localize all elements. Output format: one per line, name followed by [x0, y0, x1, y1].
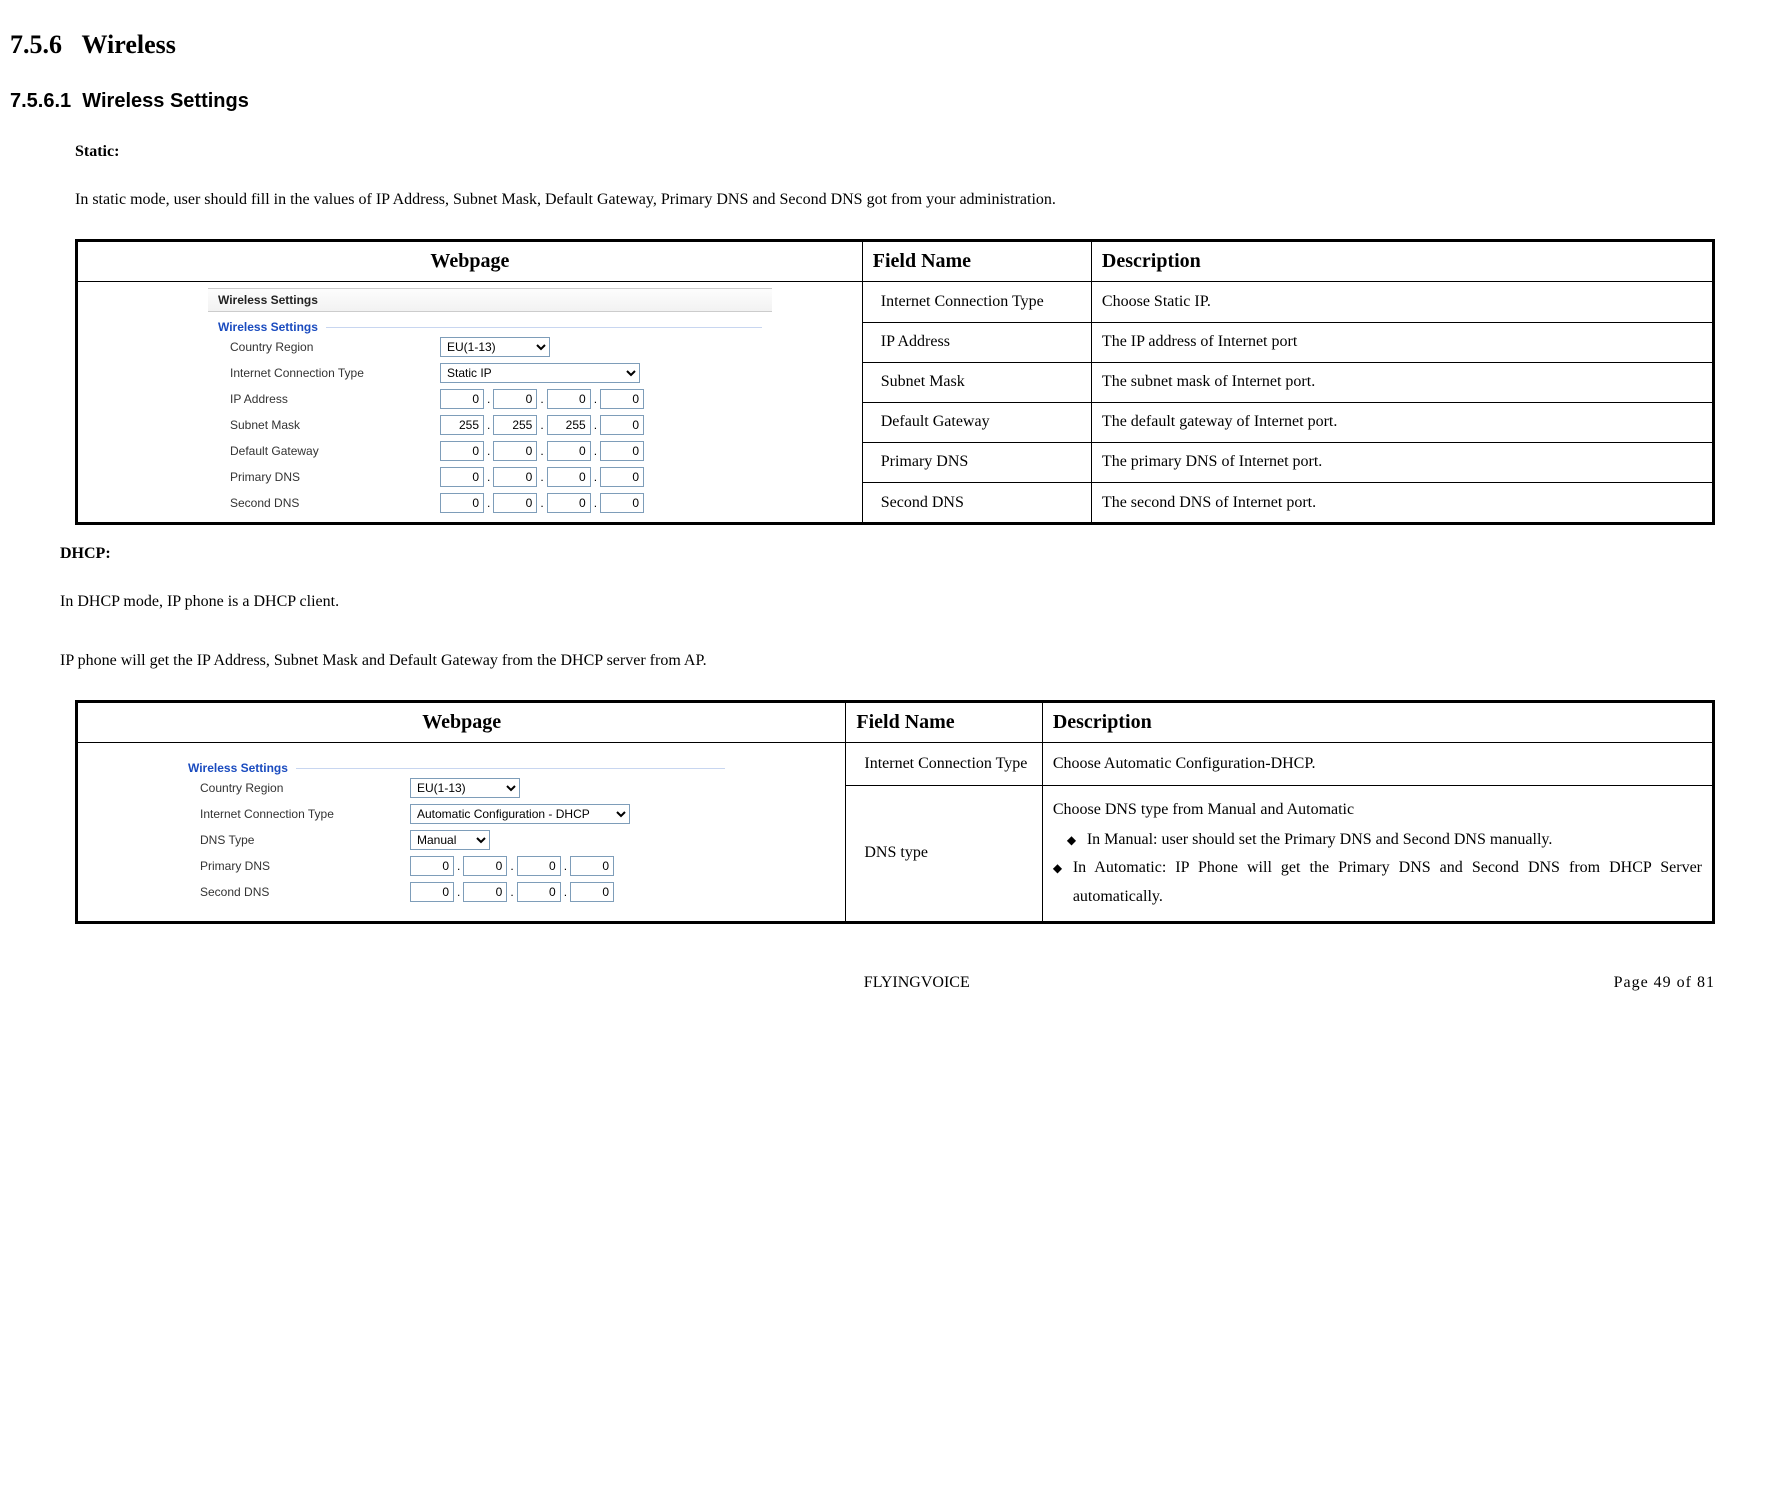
dns-desc-b2: In Automatic: IP Phone will get the Prim…: [1053, 854, 1702, 912]
static-row-3-field: Default Gateway: [862, 402, 1091, 442]
panel-title: Wireless Settings: [208, 288, 772, 312]
wireless-settings-screenshot-dhcp: Wireless Settings Country Region EU(1-13…: [178, 753, 735, 911]
static-row-2-desc: The subnet mask of Internet port.: [1091, 362, 1713, 402]
static-row-2-field: Subnet Mask: [862, 362, 1091, 402]
dhcp-group-title-line: [296, 768, 725, 769]
label-second-dns: Second DNS: [230, 496, 440, 510]
label-ict: Internet Connection Type: [230, 366, 440, 380]
static-row-5-desc: The second DNS of Internet port.: [1091, 483, 1713, 524]
col-webpage: Webpage: [77, 241, 863, 282]
static-row-1-desc: The IP address of Internet port: [1091, 322, 1713, 362]
dhcp-webpage-cell: Wireless Settings Country Region EU(1-13…: [77, 743, 846, 923]
heading-2-text: Wireless Settings: [82, 90, 249, 112]
dhcp-group-title: Wireless Settings: [178, 759, 735, 775]
dhcp-sdns-o4[interactable]: [570, 882, 614, 902]
static-title: Static:: [75, 143, 1715, 161]
static-row-0-field: Internet Connection Type: [862, 282, 1091, 322]
dhcp-label-primary-dns: Primary DNS: [200, 859, 410, 873]
static-row-4-field: Primary DNS: [862, 443, 1091, 483]
sdns-o1[interactable]: [440, 493, 484, 513]
subnet-o1[interactable]: [440, 415, 484, 435]
group-title-text: Wireless Settings: [218, 320, 318, 334]
select-ict-static[interactable]: Static IP: [440, 363, 640, 383]
dhcp-pdns-o2[interactable]: [463, 856, 507, 876]
subnet-o3[interactable]: [547, 415, 591, 435]
dhcp-desc-2: IP phone will get the IP Address, Subnet…: [60, 642, 1755, 680]
ip-address-o3[interactable]: [547, 389, 591, 409]
dhcp-desc-1: In DHCP mode, IP phone is a DHCP client.: [60, 583, 1755, 621]
sdns-o2[interactable]: [493, 493, 537, 513]
dhcp-pdns-o4[interactable]: [570, 856, 614, 876]
static-row-5-field: Second DNS: [862, 483, 1091, 524]
col-field-name: Field Name: [862, 241, 1091, 282]
dhcp-title: DHCP:: [60, 545, 1755, 563]
pdns-o4[interactable]: [600, 467, 644, 487]
label-country-region: Country Region: [230, 340, 440, 354]
subnet-o2[interactable]: [493, 415, 537, 435]
dhcp-col-webpage: Webpage: [77, 702, 846, 743]
select-country-region[interactable]: EU(1-13): [440, 337, 550, 357]
ip-address-o2[interactable]: [493, 389, 537, 409]
dhcp-select-ict[interactable]: Automatic Configuration - DHCP: [410, 804, 630, 824]
dhcp-row-0-field: Internet Connection Type: [846, 743, 1042, 786]
dhcp-group-title-text: Wireless Settings: [188, 761, 288, 775]
dns-desc-intro: Choose DNS type from Manual and Automati…: [1053, 795, 1702, 825]
col-description: Description: [1091, 241, 1713, 282]
footer-right: Page 49 of 81: [1614, 974, 1715, 992]
heading-2-num: 7.5.6.1: [10, 90, 71, 112]
ip-address-o1[interactable]: [440, 389, 484, 409]
group-title-line: [326, 327, 762, 328]
dhcp-label-country-region: Country Region: [200, 781, 410, 795]
dhcp-sdns-o2[interactable]: [463, 882, 507, 902]
dhcp-pdns-o3[interactable]: [517, 856, 561, 876]
dhcp-label-ict: Internet Connection Type: [200, 807, 410, 821]
label-ip-address: IP Address: [230, 392, 440, 406]
wireless-settings-screenshot-static: Wireless Settings Wireless Settings Coun…: [208, 282, 772, 522]
static-table: Webpage Field Name Description Wireless …: [75, 239, 1715, 525]
static-desc: In static mode, user should fill in the …: [75, 181, 1715, 219]
label-subnet-mask: Subnet Mask: [230, 418, 440, 432]
sdns-o4[interactable]: [600, 493, 644, 513]
dhcp-row-1-field: DNS type: [846, 785, 1042, 922]
dhcp-pdns-o1[interactable]: [410, 856, 454, 876]
static-webpage-cell: Wireless Settings Wireless Settings Coun…: [77, 282, 863, 524]
dhcp-table: Webpage Field Name Description Wireless …: [75, 700, 1715, 924]
pdns-o3[interactable]: [547, 467, 591, 487]
footer-center: FLYINGVOICE: [220, 974, 1614, 992]
dhcp-label-second-dns: Second DNS: [200, 885, 410, 899]
footer-left: [20, 974, 220, 992]
dhcp-col-description: Description: [1042, 702, 1713, 743]
label-default-gw: Default Gateway: [230, 444, 440, 458]
heading-1: 7.5.6 Wireless: [10, 30, 1755, 60]
sdns-o3[interactable]: [547, 493, 591, 513]
dhcp-label-dns-type: DNS Type: [200, 833, 410, 847]
group-title: Wireless Settings: [208, 318, 772, 334]
dhcp-row-0-desc: Choose Automatic Configuration-DHCP.: [1042, 743, 1713, 786]
page-footer: FLYINGVOICE Page 49 of 81: [10, 974, 1755, 992]
dhcp-col-field-name: Field Name: [846, 702, 1042, 743]
label-primary-dns: Primary DNS: [230, 470, 440, 484]
gw-o1[interactable]: [440, 441, 484, 461]
static-row-4-desc: The primary DNS of Internet port.: [1091, 443, 1713, 483]
static-row-0-desc: Choose Static IP.: [1091, 282, 1713, 322]
dhcp-row-1-desc: Choose DNS type from Manual and Automati…: [1042, 785, 1713, 922]
heading-1-text: Wireless: [82, 30, 176, 59]
pdns-o1[interactable]: [440, 467, 484, 487]
static-row-3-desc: The default gateway of Internet port.: [1091, 402, 1713, 442]
dns-desc-b1: In Manual: user should set the Primary D…: [1067, 826, 1702, 855]
pdns-o2[interactable]: [493, 467, 537, 487]
static-row-1-field: IP Address: [862, 322, 1091, 362]
dhcp-select-country-region[interactable]: EU(1-13): [410, 778, 520, 798]
gw-o3[interactable]: [547, 441, 591, 461]
dhcp-select-dns-type[interactable]: Manual: [410, 830, 490, 850]
dhcp-sdns-o1[interactable]: [410, 882, 454, 902]
heading-2: 7.5.6.1 Wireless Settings: [10, 90, 1755, 113]
ip-address-o4[interactable]: [600, 389, 644, 409]
heading-1-num: 7.5.6: [10, 30, 62, 59]
gw-o4[interactable]: [600, 441, 644, 461]
subnet-o4[interactable]: [600, 415, 644, 435]
dhcp-sdns-o3[interactable]: [517, 882, 561, 902]
gw-o2[interactable]: [493, 441, 537, 461]
